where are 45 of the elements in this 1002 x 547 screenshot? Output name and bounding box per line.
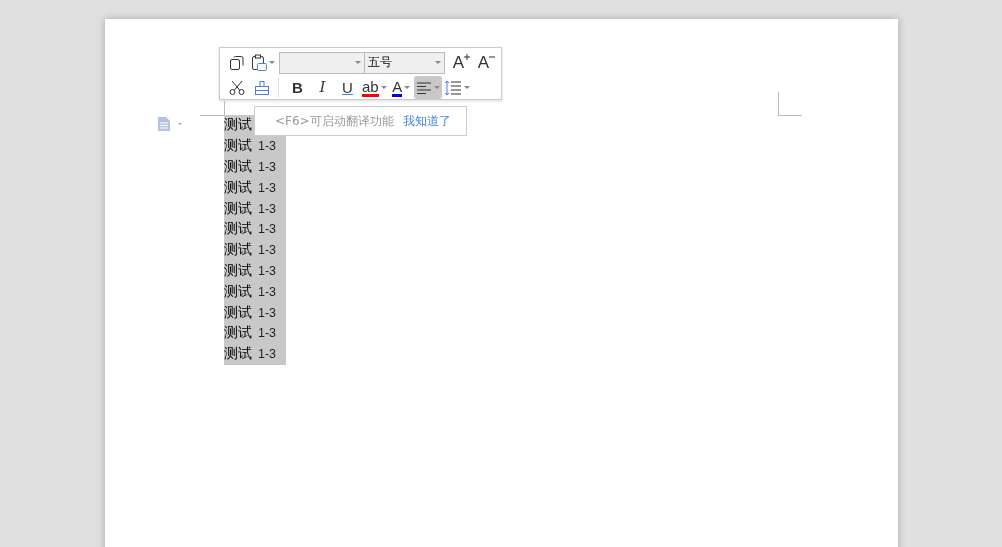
corner-mark <box>778 92 802 116</box>
corner-mark <box>200 101 225 116</box>
line-number: 1-3 <box>258 201 277 216</box>
line-number: 1-3 <box>258 222 277 237</box>
shrink-button[interactable]: A <box>474 51 499 74</box>
brush-icon <box>252 79 271 96</box>
grow-button[interactable]: A <box>449 51 474 74</box>
tooltip-text: <F6>可启动翻译功能 <box>275 112 394 130</box>
line-text: 测试 <box>224 261 252 280</box>
plus-icon <box>464 54 471 60</box>
line-text: 测试 <box>224 178 252 197</box>
font-size-select[interactable]: 五号 <box>365 51 445 74</box>
line-text: 测试 <box>224 199 252 218</box>
line-text: 测试 <box>224 158 252 176</box>
line-spacing-icon <box>443 79 462 96</box>
line-number: 1-3 <box>258 160 277 174</box>
line-number: 1-3 <box>258 243 277 258</box>
line-text: 测试 <box>224 220 252 239</box>
line-number: 1-3 <box>258 305 277 320</box>
copy-icon <box>228 54 245 71</box>
italic-button[interactable]: I <box>310 76 335 99</box>
scissors-icon <box>228 79 245 96</box>
paste-button[interactable] <box>249 51 277 74</box>
underline-button[interactable]: U <box>335 76 360 99</box>
line-text: 测试 <box>224 116 252 135</box>
paste-icon <box>251 53 267 72</box>
dismiss-link[interactable]: 我知道了 <box>402 112 451 130</box>
line-text: 测试 <box>224 303 252 322</box>
line-number: 1-3 <box>258 263 277 278</box>
line-text: 测试 <box>224 241 252 260</box>
minus-icon <box>489 54 496 60</box>
align-left-icon <box>415 80 432 95</box>
line-number: 1-3 <box>258 284 277 299</box>
font-color-button[interactable]: A <box>388 76 414 99</box>
line-text: 测试 <box>224 137 252 156</box>
line-number: 1-3 <box>258 139 277 154</box>
line-number: 1-3 <box>258 180 277 195</box>
highlight-button[interactable]: ab <box>360 76 389 99</box>
line-number: 1-3 <box>258 347 277 362</box>
align-button[interactable] <box>413 76 442 99</box>
line-text: 测试 <box>224 282 252 301</box>
line-number: 1-3 <box>258 326 277 341</box>
bold-button[interactable]: B <box>285 76 310 99</box>
line-text: 测试 <box>224 345 252 364</box>
line-text: 测试 <box>224 324 252 343</box>
